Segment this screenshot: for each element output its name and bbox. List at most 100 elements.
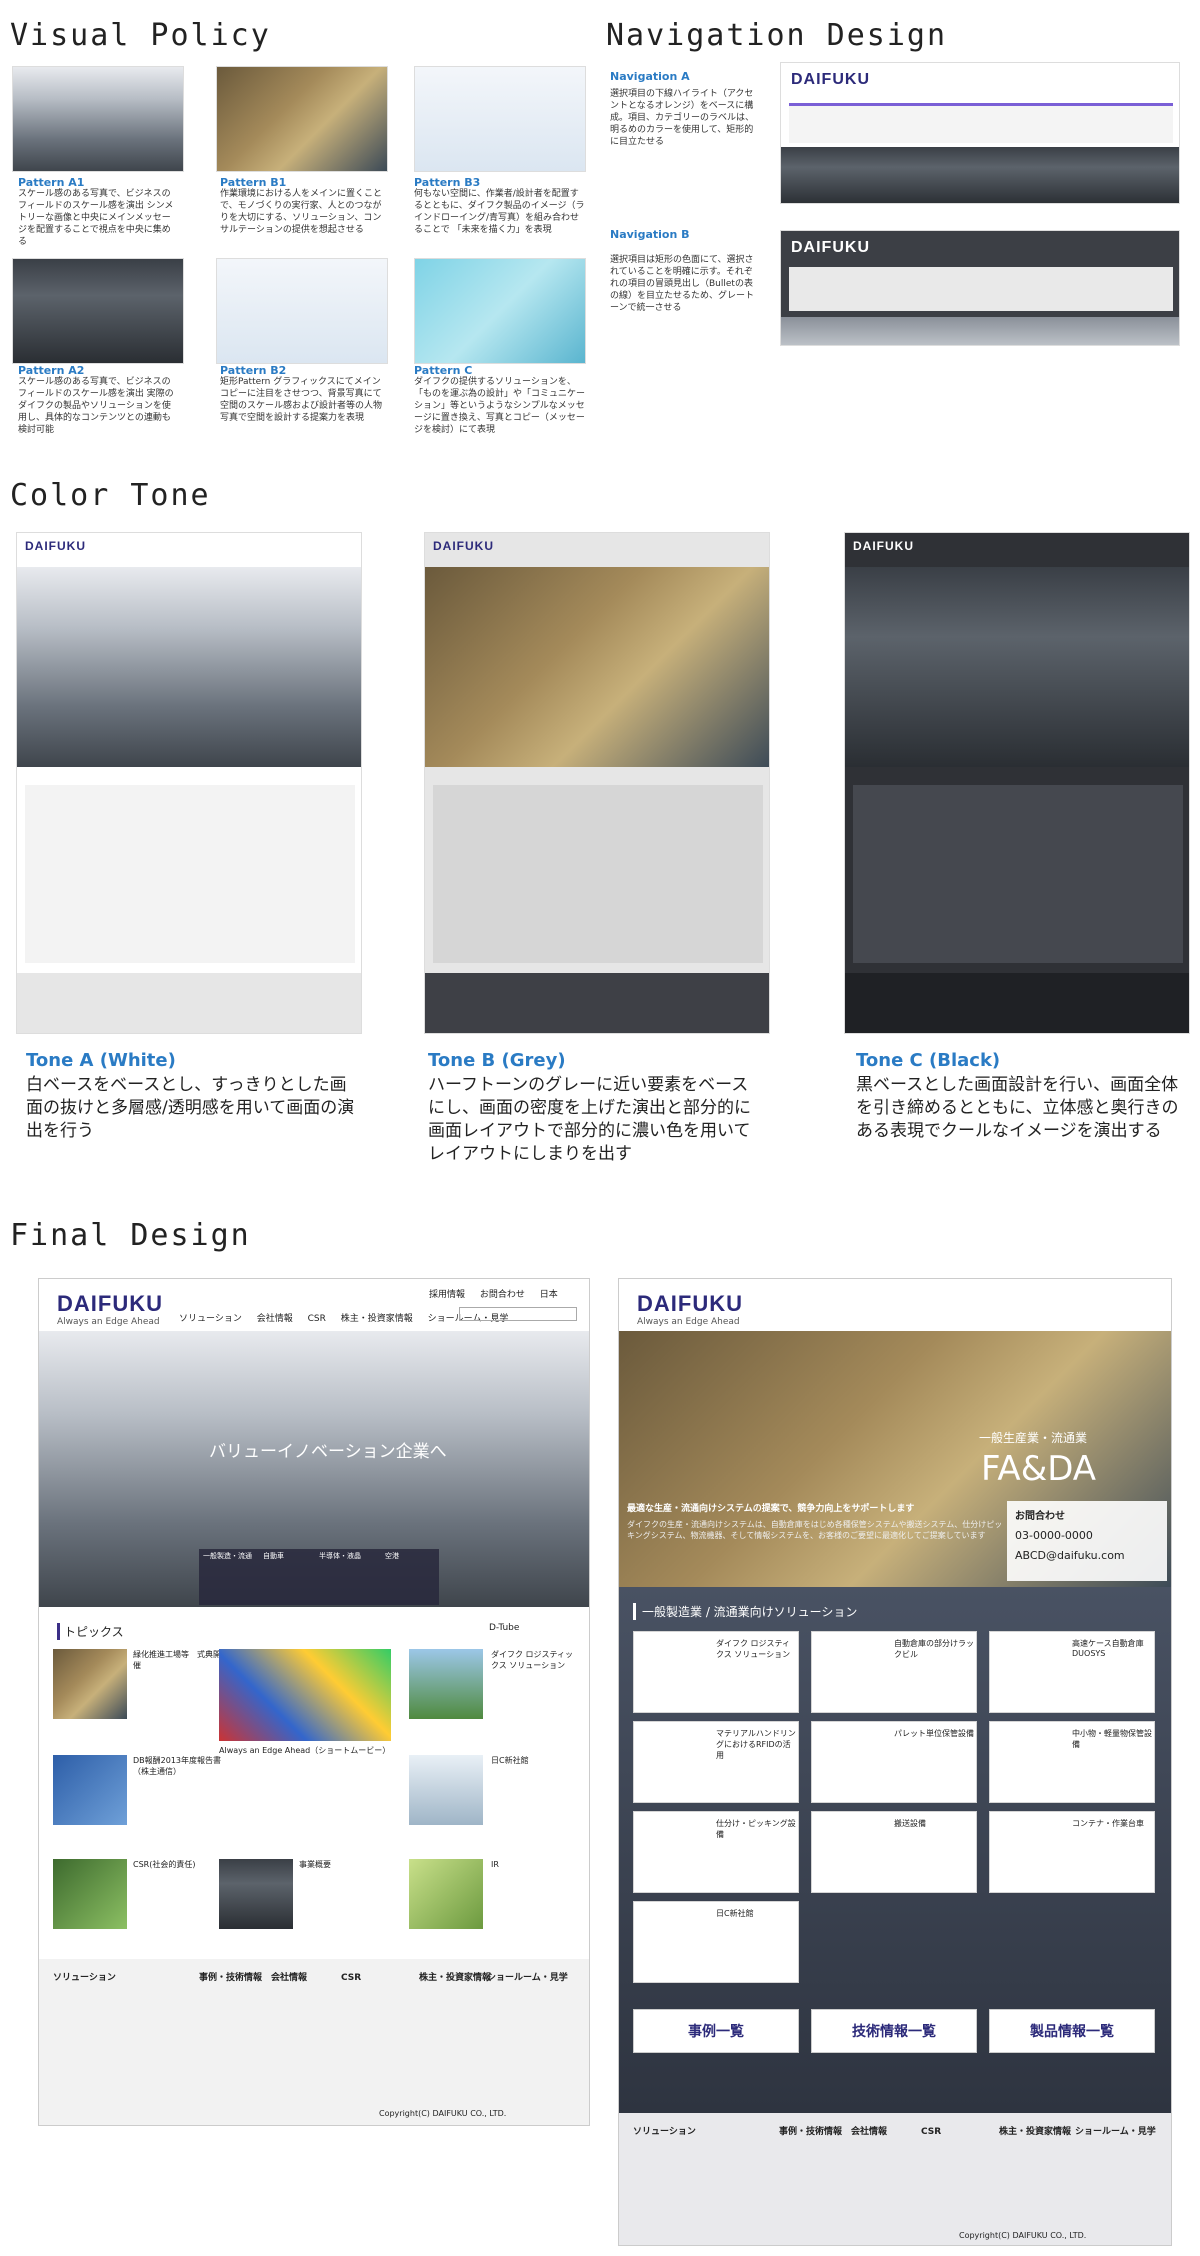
tone-b-desc: ハーフトーンのグレーに近い要素をベースにし、画面の密度を上げた演出と部分的に画面…	[428, 1075, 751, 1164]
tone-a-desc: 白ベースをベースとし、すっきりとした画面の抜けと多層感/透明感を用いて画面の演出…	[26, 1075, 355, 1141]
section-title-visual-policy: Visual Policy	[10, 18, 271, 53]
tone-c-desc: 黒ベースとした画面設計を行い、画面全体を引き締めるとともに、立体感と奥行きのある…	[856, 1075, 1179, 1141]
tone-c-logo: DAIFUKU	[853, 539, 914, 553]
pattern-b2-image	[216, 258, 388, 364]
tech-info-button[interactable]: 技術情報一覧	[811, 2009, 977, 2053]
news-2[interactable]: Always an Edge Ahead（ショートムービー）	[219, 1745, 391, 1756]
tone-a-title: Tone A (White)	[26, 1050, 176, 1071]
topnav-recruit[interactable]: 採用情報	[429, 1287, 465, 1300]
pattern-a1-desc: スケール感のある写真で、ビジネスのフィールドのスケール感を演出 シンメトリーな画…	[18, 189, 174, 247]
final-design-left: DAIFUKU Always an Edge Ahead 採用情報 お問合わせ …	[38, 1278, 590, 2126]
ft-cases[interactable]: 事例・技術情報	[199, 1973, 279, 1984]
contact-mail[interactable]: ABCD@daifuku.com	[1015, 1549, 1125, 1562]
tone-b-title: Tone B (Grey)	[428, 1050, 566, 1071]
news-6[interactable]: CSR(社会的責任)	[133, 1859, 223, 1870]
tone-b-logo: DAIFUKU	[433, 539, 494, 553]
tone-c-mock: DAIFUKU	[844, 532, 1190, 1034]
section-title-final-design: Final Design	[10, 1218, 251, 1253]
sol-card-6[interactable]: 中小物・軽量物保管設備	[989, 1721, 1155, 1803]
news-3[interactable]: ダイフク ロジスティックス ソリューション	[491, 1649, 581, 1671]
sol-card-4-title: マテリアルハンドリングにおけるRFIDの活用	[716, 1729, 796, 1760]
sol-card-3[interactable]: 高速ケース自動倉庫 DUOSYS	[989, 1631, 1155, 1713]
sol-card-2-title: 自動倉庫の部分けラックビル	[894, 1639, 974, 1659]
sol-card-3-title: 高速ケース自動倉庫 DUOSYS	[1072, 1639, 1144, 1658]
news-7[interactable]: 事業概要	[299, 1859, 389, 1870]
final-left-logo: DAIFUKU	[57, 1291, 163, 1316]
ft-csr[interactable]: CSR	[341, 1973, 421, 1984]
contact-box: お問合わせ 03-0000-0000 ABCD@daifuku.com	[1007, 1501, 1167, 1581]
pattern-a1-image	[12, 66, 184, 172]
sol-card-9[interactable]: コンテナ・作業台車	[989, 1811, 1155, 1893]
topnav-contact[interactable]: お問合わせ	[480, 1287, 525, 1300]
tone-c-title: Tone C (Black)	[856, 1050, 1001, 1071]
final-left-tagline: Always an Edge Ahead	[57, 1317, 160, 1327]
dtube-link[interactable]: D-Tube	[489, 1623, 519, 1633]
ft2-showroom[interactable]: ショールーム・見学	[1075, 2127, 1156, 2138]
right-lead: 最適な生産・流通向けシステムの提案で、競争力向上をサポートします	[627, 1504, 915, 1514]
nav-b-title: Navigation B	[610, 228, 690, 241]
pattern-a2-image	[12, 258, 184, 364]
sol-card-1[interactable]: ダイフク ロジスティクス ソリューション	[633, 1631, 799, 1713]
right-hero-big: FA&DA	[981, 1449, 1097, 1489]
sol-card-2[interactable]: 自動倉庫の部分けラックビル	[811, 1631, 977, 1713]
hero-tab-auto[interactable]: 自動車	[263, 1551, 284, 1561]
sol-card-8-title: 搬送設備	[894, 1819, 926, 1828]
nav-a-mock: DAIFUKU	[780, 62, 1180, 204]
contact-tel[interactable]: 03-0000-0000	[1015, 1529, 1093, 1542]
sol-card-10[interactable]: 日C新社館	[633, 1901, 799, 1983]
sol-card-6-title: 中小物・軽量物保管設備	[1072, 1729, 1152, 1749]
mainnav-company[interactable]: 会社情報	[257, 1311, 293, 1324]
copyright-left: Copyright(C) DAIFUKU CO., LTD.	[379, 2109, 507, 2118]
hero-tab-general[interactable]: 一般製造・流通	[203, 1551, 252, 1561]
sol-card-8[interactable]: 搬送設備	[811, 1811, 977, 1893]
solution-heading: 一般製造業 / 流通業向けソリューション	[633, 1603, 857, 1620]
news-4[interactable]: DB報酬2013年度報告書（株主通信）	[133, 1755, 223, 1777]
ft-company[interactable]: 会社情報	[271, 1973, 351, 1984]
right-hero-sub: 一般生産業・流通業	[979, 1431, 1088, 1445]
ft-solution[interactable]: ソリューション	[53, 1973, 133, 1984]
hero-tab-airport[interactable]: 空港	[385, 1551, 399, 1561]
sol-card-9-title: コンテナ・作業台車	[1072, 1819, 1144, 1828]
final-right-logo: DAIFUKU	[637, 1291, 743, 1316]
pattern-b1-image	[216, 66, 388, 172]
ft2-ir[interactable]: 株主・投資家情報	[999, 2127, 1071, 2138]
final-right-tagline: Always an Edge Ahead	[637, 1317, 740, 1327]
tone-b-mock: DAIFUKU	[424, 532, 770, 1034]
search-input[interactable]	[459, 1307, 577, 1321]
pattern-c-image	[414, 258, 586, 364]
topnav-lang[interactable]: 日本	[540, 1287, 558, 1300]
ft2-solution[interactable]: ソリューション	[633, 2127, 696, 2138]
sol-card-1-title: ダイフク ロジスティクス ソリューション	[716, 1639, 791, 1659]
ft2-csr[interactable]: CSR	[921, 2127, 941, 2138]
tone-a-mock: DAIFUKU	[16, 532, 362, 1034]
pattern-a2-desc: スケール感のある写真で、ビジネスのフィールドのスケール感を演出 実際のダイフクの…	[18, 377, 174, 435]
tone-a-logo: DAIFUKU	[25, 539, 86, 553]
section-title-navigation-design: Navigation Design	[606, 18, 948, 53]
news-8[interactable]: IR	[491, 1859, 581, 1870]
pattern-c-desc: ダイフクの提供するソリューションを、「ものを運ぶ為の設計」や「コミュニケーション…	[414, 377, 586, 435]
topics-heading: トピックス	[57, 1623, 124, 1640]
final-left-topnav: 採用情報 お問合わせ 日本	[429, 1287, 570, 1300]
sol-card-5[interactable]: パレット単位保管設備	[811, 1721, 977, 1803]
nav-b-mock: DAIFUKU	[780, 230, 1180, 346]
mainnav-ir[interactable]: 株主・投資家情報	[341, 1311, 413, 1324]
mainnav-solution[interactable]: ソリューション	[179, 1311, 242, 1324]
mainnav-csr[interactable]: CSR	[308, 1314, 326, 1324]
sol-card-7-title: 仕分け・ピッキング設備	[716, 1819, 796, 1839]
hero-tab-semi[interactable]: 半導体・液晶	[319, 1551, 361, 1561]
news-1[interactable]: 緑化推進工場等 式典開催	[133, 1649, 223, 1671]
pattern-b3-desc: 何もない空間に、作業者/設計者を配置するとともに、ダイフク製品のイメージ（ライン…	[414, 189, 585, 235]
solution-area: 一般製造業 / 流通業向けソリューション ダイフク ロジスティクス ソリューショ…	[619, 1587, 1171, 2113]
hero-tabs: 一般製造・流通 自動車 半導体・液晶 空港	[199, 1549, 439, 1605]
ft2-company[interactable]: 会社情報	[851, 2127, 887, 2138]
sol-card-10-title: 日C新社館	[716, 1909, 754, 1918]
sol-card-7[interactable]: 仕分け・ピッキング設備	[633, 1811, 799, 1893]
pattern-b1-desc: 作業環境における人をメインに置くことで、モノづくりの実行家、人とのつながりを大切…	[220, 189, 383, 235]
news-5[interactable]: 日C新社館	[491, 1755, 581, 1766]
ft-showroom[interactable]: ショールーム・見学	[487, 1973, 587, 1984]
final-right-footer: ソリューション 事例・技術情報 会社情報 CSR 株主・投資家情報 ショールーム…	[619, 2113, 1171, 2245]
product-info-button[interactable]: 製品情報一覧	[989, 2009, 1155, 2053]
sol-card-4[interactable]: マテリアルハンドリングにおけるRFIDの活用	[633, 1721, 799, 1803]
ft2-cases[interactable]: 事例・技術情報	[779, 2127, 842, 2138]
cases-button[interactable]: 事例一覧	[633, 2009, 799, 2053]
